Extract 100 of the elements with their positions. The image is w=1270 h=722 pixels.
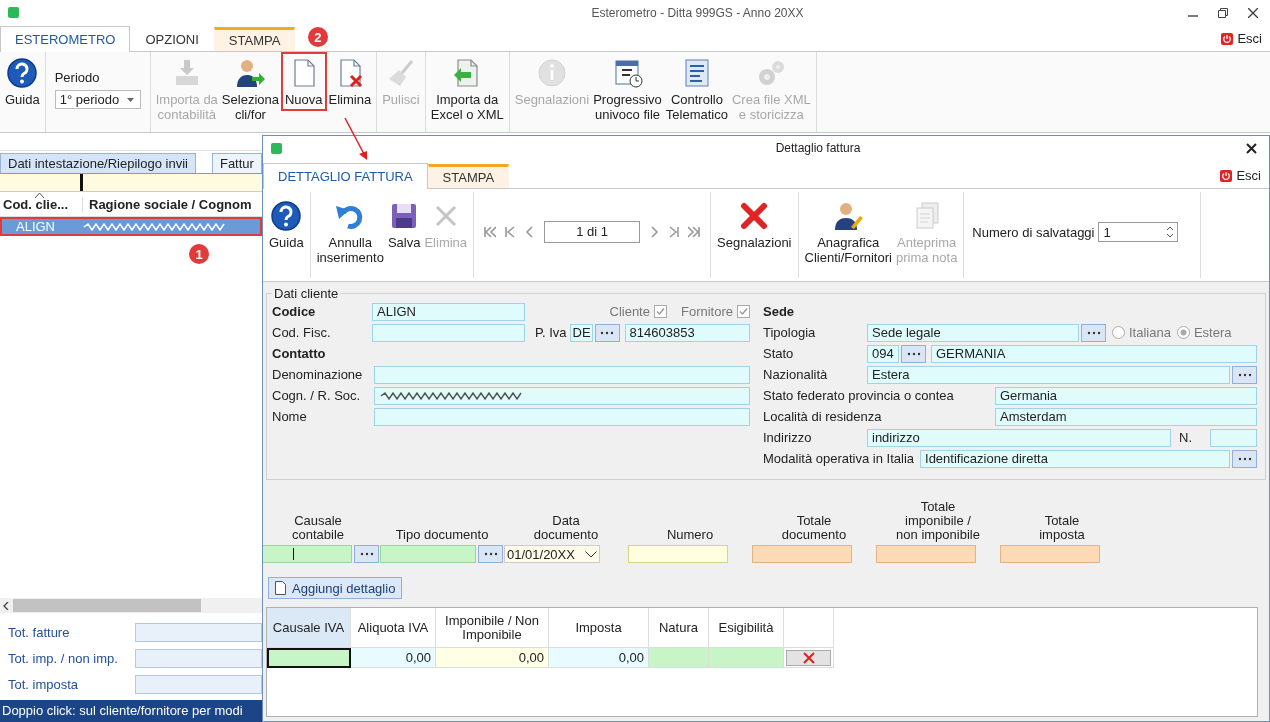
ribbon-button[interactable]: Elimina	[326, 52, 374, 109]
input-field[interactable]: indirizzo	[867, 428, 1171, 447]
section-heading: Sede	[763, 304, 796, 319]
toolbar-button[interactable]: Anagrafica Clienti/Fornitori	[802, 192, 894, 267]
previous-page-button[interactable]	[504, 226, 517, 238]
input-field[interactable]: ALIGN	[372, 302, 525, 321]
power-icon	[1221, 32, 1234, 45]
table-cell[interactable]: 0,00	[351, 648, 436, 668]
browse-button[interactable]	[594, 323, 620, 342]
checkbox[interactable]	[653, 305, 667, 318]
field-label: Stato	[763, 346, 795, 361]
toolbar-button[interactable]: Segnalazioni	[715, 192, 794, 252]
input-field[interactable]: GERMANIA	[931, 344, 1257, 363]
first-page-button[interactable]	[484, 226, 497, 238]
period-dropdown[interactable]: 1° periodo	[54, 90, 141, 109]
input-field[interactable]	[1000, 545, 1100, 563]
input-field[interactable]: Amsterdam	[995, 407, 1257, 426]
close-button[interactable]	[1248, 7, 1258, 18]
checkbox[interactable]	[737, 305, 750, 318]
ribbon-tab[interactable]: ESTEROMETRO	[0, 26, 131, 52]
ribbon-tab[interactable]: STAMPA	[213, 27, 296, 51]
field-label: Totale imposta	[1039, 512, 1085, 542]
column-header[interactable]: Ragione sociale / Cognom	[82, 196, 252, 212]
input-field[interactable]: 814603853	[624, 323, 750, 342]
next-button[interactable]	[648, 226, 661, 238]
input-field[interactable]	[628, 545, 728, 563]
input-field[interactable]: Sede legale	[867, 323, 1079, 342]
input-field[interactable]	[374, 365, 750, 384]
ribbon-button[interactable]: Seleziona cli/for	[219, 52, 281, 124]
status-bar: Doppio click: sul cliente/fornitore per modi	[0, 700, 262, 722]
ellipsis-icon	[600, 330, 615, 335]
browse-button[interactable]	[354, 545, 379, 563]
column-header[interactable]: Causale IVA	[267, 608, 351, 648]
radio-button[interactable]	[1176, 326, 1190, 339]
help-icon	[6, 57, 39, 89]
ribbon-button[interactable]: Guida	[3, 52, 42, 109]
input-field[interactable]	[263, 545, 352, 563]
field-label: Causale contabile	[291, 512, 344, 542]
table-cell[interactable]: 0,00	[436, 648, 549, 668]
toolbar-button[interactable]: Salva	[385, 192, 423, 252]
ribbon-button[interactable]: Controllo Telematico	[663, 52, 730, 124]
input-field[interactable]: 094	[867, 344, 899, 363]
scroll-left-icon[interactable]	[2, 601, 10, 610]
ellipsis-icon	[1237, 372, 1252, 377]
callout-badge: 2	[307, 27, 328, 47]
input-field[interactable]	[374, 386, 750, 405]
input-field[interactable]: Germania	[995, 386, 1257, 405]
page-field[interactable]: 1 di 1	[544, 221, 641, 243]
table-cell[interactable]: 0,00	[549, 648, 649, 668]
input-field[interactable]	[1210, 428, 1257, 447]
add-detail-button[interactable]: Aggiungi dettaglio	[268, 577, 403, 599]
input-field[interactable]	[380, 545, 476, 563]
ribbon-tab[interactable]: DETTAGLIO FATTURA	[263, 163, 428, 189]
horizontal-scrollbar[interactable]	[0, 598, 262, 613]
next-page-button[interactable]	[668, 226, 681, 238]
group-title: Dati cliente	[273, 286, 340, 301]
filter-row[interactable]	[0, 174, 262, 192]
radio-label: Italiana	[1129, 325, 1171, 340]
panel-tab[interactable]: Fattur	[211, 153, 262, 173]
browse-button[interactable]	[901, 344, 926, 363]
exit-button[interactable]: Esci	[1213, 31, 1270, 51]
ribbon-tab[interactable]: OPZIONI	[130, 27, 214, 51]
browse-button[interactable]	[1232, 365, 1257, 384]
annotation-arrow	[344, 117, 367, 160]
ellipsis-icon	[906, 351, 921, 356]
table-cell[interactable]	[267, 648, 351, 668]
toolbar-button[interactable]: Guida	[267, 192, 306, 252]
input-field[interactable]	[876, 545, 976, 563]
browse-button[interactable]	[1232, 449, 1257, 468]
spin-arrows-icon	[1167, 226, 1174, 238]
input-field[interactable]	[752, 545, 852, 563]
table-cell-text: ALIGN	[15, 219, 56, 234]
checkbox-label: Cliente	[609, 304, 650, 319]
panel-tab[interactable]: Dati intestazione/Riepilogo invii	[0, 153, 196, 173]
radio-button[interactable]	[1112, 326, 1125, 339]
browse-button[interactable]	[478, 545, 503, 563]
browse-button[interactable]	[1081, 323, 1106, 342]
toolbar-button[interactable]: Annulla inserimento	[314, 192, 386, 267]
restore-button[interactable]	[1218, 7, 1228, 18]
input-field[interactable]: Estera	[867, 365, 1230, 384]
app-icon	[271, 142, 282, 154]
last-page-button[interactable]	[688, 226, 701, 238]
ribbon-tab[interactable]: STAMPA	[427, 164, 510, 188]
ribbon-button[interactable]: Progressivo univoco file	[591, 52, 664, 124]
input-field[interactable]: Identificazione diretta	[920, 449, 1230, 468]
field-label: Data documento	[533, 512, 599, 542]
exit-button[interactable]: Esci	[1212, 168, 1269, 188]
input-field[interactable]: DE	[569, 323, 593, 342]
spin-field[interactable]: 1	[1098, 222, 1179, 242]
power-icon	[1220, 169, 1233, 182]
input-field[interactable]: 01/01/20XX	[504, 545, 600, 563]
input-field[interactable]	[374, 407, 750, 426]
ribbon-button[interactable]: Nuova	[280, 52, 327, 111]
input-field[interactable]	[372, 323, 525, 342]
close-button[interactable]	[1246, 142, 1257, 154]
ribbon-button[interactable]: Importa da Excel o XML	[428, 52, 506, 124]
period-label: Periodo	[54, 70, 101, 85]
field-label: N.	[1179, 430, 1192, 445]
dropdown-icon	[585, 550, 597, 558]
column-header[interactable]: Cod. clie...	[0, 196, 82, 212]
